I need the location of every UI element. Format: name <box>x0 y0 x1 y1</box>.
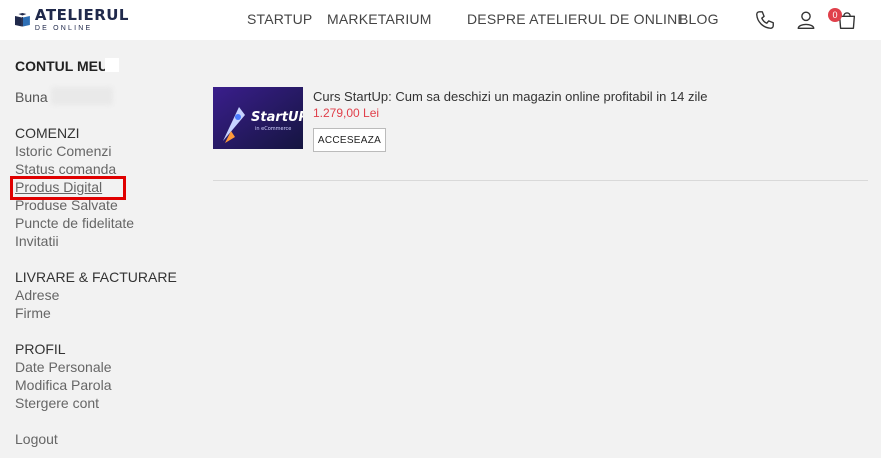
highlight-annotation <box>10 176 126 200</box>
access-course-button[interactable]: ACCESEAZA <box>313 128 386 152</box>
nav-startup[interactable]: STARTUP <box>247 11 312 27</box>
product-title[interactable]: Curs StartUp: Cum sa deschizi un magazin… <box>313 89 708 104</box>
logout-link[interactable]: Logout <box>15 431 58 447</box>
book-logo-icon <box>14 13 30 27</box>
content-divider <box>213 180 868 181</box>
sidebar-item-invitatii[interactable]: Invitatii <box>15 233 59 249</box>
logo-main-text: ATELIERUL <box>34 6 129 24</box>
sidebar-item-adrese[interactable]: Adrese <box>15 287 59 303</box>
sidebar-item-stergere-cont[interactable]: Stergere cont <box>15 395 99 411</box>
site-logo[interactable]: ATELIERUL DE ONLINE <box>14 5 129 35</box>
redacted-username <box>51 87 113 105</box>
section-profil-heading: PROFIL <box>15 341 66 357</box>
thumb-sub-text: in eCommerce <box>255 126 291 132</box>
sidebar-item-date-personale[interactable]: Date Personale <box>15 359 112 375</box>
title-redaction <box>105 58 119 72</box>
nav-blog[interactable]: BLOG <box>679 11 719 27</box>
site-header: ATELIERUL DE ONLINE STARTUP MARKETARIUM … <box>0 0 881 40</box>
sidebar-item-istoric-comenzi[interactable]: Istoric Comenzi <box>15 143 111 159</box>
product-price: 1.279,00 Lei <box>313 106 380 120</box>
thumb-title-text: StartUP <box>251 110 303 125</box>
nav-despre-atelierul[interactable]: DESPRE ATELIERUL DE ONLINE <box>467 11 687 27</box>
product-thumbnail[interactable]: StartUP in eCommerce <box>213 87 303 149</box>
section-livrare-heading: LIVRARE & FACTURARE <box>15 269 177 285</box>
sidebar-item-puncte-fidelitate[interactable]: Puncte de fidelitate <box>15 215 134 231</box>
logo-sub-text: DE ONLINE <box>34 25 93 32</box>
user-account-icon[interactable] <box>795 9 817 31</box>
section-comenzi-heading: COMENZI <box>15 125 80 141</box>
sidebar-item-status-comanda[interactable]: Status comanda <box>15 161 116 177</box>
greeting-text: Buna <box>15 89 48 105</box>
phone-icon[interactable] <box>754 9 776 31</box>
nav-marketarium[interactable]: MARKETARIUM <box>327 11 432 27</box>
account-page: CONTUL MEU Buna COMENZI Istoric Comenzi … <box>0 40 881 458</box>
sidebar-item-modifica-parola[interactable]: Modifica Parola <box>15 377 112 393</box>
account-title: CONTUL MEU <box>15 58 109 74</box>
sidebar-item-firme[interactable]: Firme <box>15 305 51 321</box>
cart-count-badge: 0 <box>828 8 842 22</box>
